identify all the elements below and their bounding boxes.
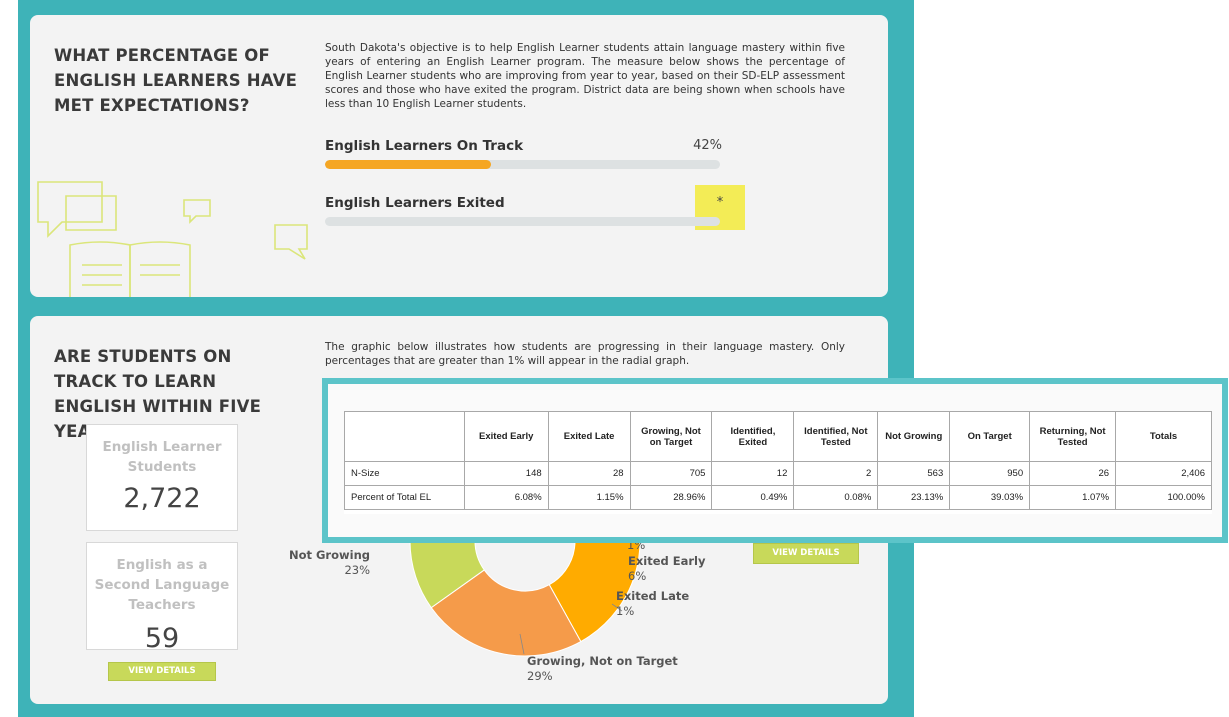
table-cell: 0.49% [711,485,795,510]
table-cell: 1.15% [547,485,631,510]
exited-early-label: Exited Early 6% [628,554,705,584]
card-title: WHAT PERCENTAGE OF ENGLISH LEARNERS HAVE… [54,46,298,115]
table-cell: 705 [629,461,713,486]
label-name: Not Growing [288,548,370,562]
exited-bar [325,217,720,226]
on-track-value: 42% [693,138,722,153]
speech-book-illustration [37,181,308,297]
data-table-overlay: Exited Early Exited Late Growing, Not on… [322,378,1228,543]
column-header: Growing, Not on Target [629,411,713,462]
exited-label: English Learners Exited [325,195,505,211]
label-pct: 1% [616,604,635,618]
card-description: South Dakota's objective is to help Engl… [325,42,845,110]
table-cell: 28.96% [629,485,713,510]
table-container: Exited Early Exited Late Growing, Not on… [344,411,1212,514]
column-header: Not Growing [877,411,951,462]
not-growing-label: Not Growing 23% [286,548,370,578]
label-pct: 6% [628,569,647,583]
table-header-row: Exited Early Exited Late Growing, Not on… [344,411,1212,462]
on-track-label: English Learners On Track [325,138,524,154]
table-cell: 28 [547,461,631,486]
table-cell: 6.08% [463,485,549,510]
on-track-bar [325,160,720,169]
table-cell: 2 [793,461,879,486]
row-header: Percent of Total EL [344,485,465,510]
column-header: On Target [949,411,1031,462]
table-cell: 1.07% [1029,485,1117,510]
label-pct: 29% [527,669,553,683]
table-cell: 100.00% [1115,485,1212,510]
column-header: Totals [1115,411,1212,462]
table-cell: 0.08% [793,485,879,510]
exited-value: * [716,195,724,210]
table-cell: 23.13% [877,485,951,510]
table-cell: 950 [949,461,1031,486]
column-header: Exited Late [547,411,631,462]
exited-late-label: Exited Late 1% [616,589,689,619]
table-row: Percent of Total EL 6.08% 1.15% 28.96% 0… [344,485,1212,510]
label-name: Exited Late [616,589,690,603]
el-expectations-card: WHAT PERCENTAGE OF ENGLISH LEARNERS HAVE… [30,15,888,297]
el-progress-table: Exited Early Exited Late Growing, Not on… [344,411,1212,510]
growing-label: Growing, Not on Target 29% [527,654,678,684]
column-header: Returning, Not Tested [1029,411,1117,462]
label-name: Growing, Not on Target [527,654,678,668]
table-cell: 12 [711,461,795,486]
column-header: Exited Early [463,411,549,462]
table-row: N-Size 148 28 705 12 2 563 950 26 2,406 [344,461,1212,486]
table-cell: 26 [1029,461,1117,486]
column-header [344,411,465,462]
table-cell: 563 [877,461,951,486]
label-name: Exited Early [628,554,706,568]
column-header: Identified, Exited [711,411,795,462]
on-track-bar-fill [325,160,491,169]
row-header: N-Size [344,461,465,486]
label-pct: 23% [344,563,370,577]
table-cell: 2,406 [1115,461,1212,486]
column-header: Identified, Not Tested [793,411,879,462]
table-cell: 148 [463,461,549,486]
table-cell: 39.03% [949,485,1031,510]
